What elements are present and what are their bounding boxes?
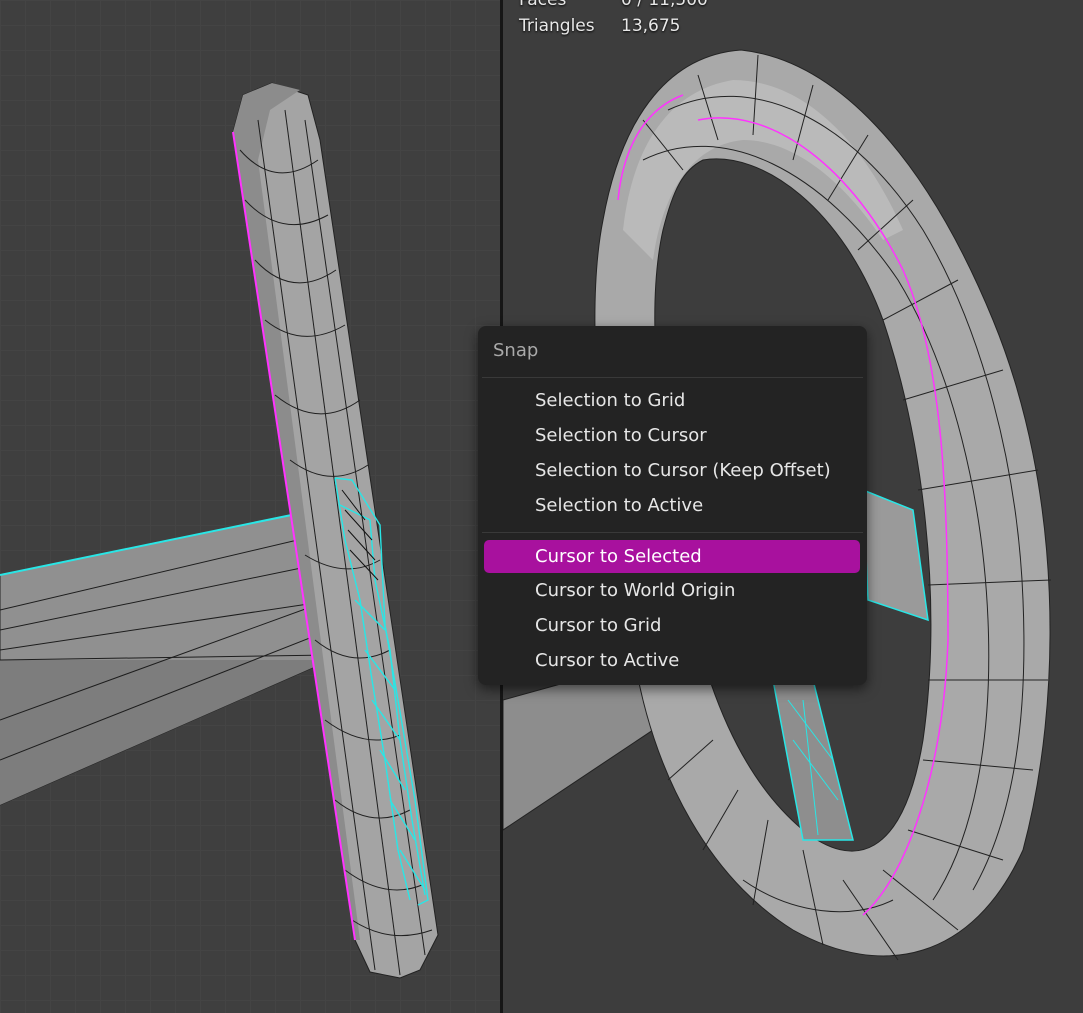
steering-wheel-side-view [0,82,439,979]
stat-triangles: Triangles 13,675 [519,13,708,39]
menu-title: Snap [493,340,539,361]
menu-item-cursor-to-grid[interactable]: Cursor to Grid [484,609,860,642]
menu-divider [482,532,863,533]
menu-item-cursor-to-active[interactable]: Cursor to Active [484,644,860,677]
snap-menu: Snap Selection to Grid Selection to Curs… [478,326,867,685]
menu-item-label: Cursor to Active [535,650,680,671]
menu-item-selection-to-cursor-keep-offset[interactable]: Selection to Cursor (Keep Offset) [484,454,860,487]
stat-value: 13,675 [621,16,681,36]
menu-item-label: Selection to Cursor (Keep Offset) [535,460,831,481]
menu-divider [482,377,863,378]
menu-item-label: Cursor to World Origin [535,580,736,601]
menu-item-label: Selection to Active [535,495,704,516]
stat-value: 0 / 11,500 [621,0,708,10]
stat-faces: Faces 0 / 11,500 [519,0,708,13]
viewport-left[interactable] [0,0,500,1013]
viewport-statistics: Faces 0 / 11,500 Triangles 13,675 [519,0,708,39]
menu-item-selection-to-grid[interactable]: Selection to Grid [484,384,860,417]
menu-item-cursor-to-world-origin[interactable]: Cursor to World Origin [484,574,860,607]
menu-item-label: Cursor to Selected [535,546,702,567]
menu-item-label: Selection to Grid [535,390,686,411]
menu-item-label: Cursor to Grid [535,615,662,636]
menu-item-selection-to-cursor[interactable]: Selection to Cursor [484,419,860,452]
menu-item-cursor-to-selected[interactable]: Cursor to Selected [484,540,860,573]
stat-label: Faces [519,0,567,10]
menu-item-label: Selection to Cursor [535,425,707,446]
menu-item-selection-to-active[interactable]: Selection to Active [484,489,860,522]
stat-label: Triangles [519,16,595,36]
